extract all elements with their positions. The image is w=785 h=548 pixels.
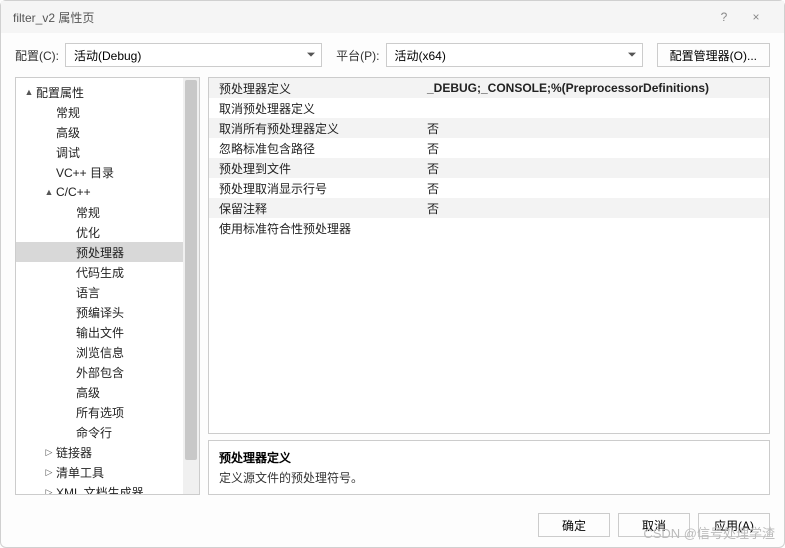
tree-item-label: 清单工具 <box>56 464 104 481</box>
tree-item[interactable]: ▲C/C++ <box>16 182 199 202</box>
property-value[interactable]: 否 <box>419 120 769 137</box>
property-value[interactable]: 否 <box>419 160 769 177</box>
close-button[interactable]: × <box>740 1 772 33</box>
tree-item-label: 外部包含 <box>76 364 124 381</box>
property-name: 预处理器定义 <box>209 80 419 97</box>
property-name: 预处理到文件 <box>209 160 419 177</box>
tree-item[interactable]: ▲配置属性 <box>16 82 199 102</box>
footer: 确定 取消 应用(A) <box>1 503 784 547</box>
property-row[interactable]: 取消所有预处理器定义否 <box>209 118 769 138</box>
property-row[interactable]: 预处理到文件否 <box>209 158 769 178</box>
tree-item[interactable]: 常规 <box>16 102 199 122</box>
description-text: 定义源文件的预处理符号。 <box>219 469 759 486</box>
tree-item-label: 高级 <box>76 384 100 401</box>
tree-item[interactable]: 输出文件 <box>16 322 199 342</box>
window-title: filter_v2 属性页 <box>13 9 708 26</box>
cancel-button[interactable]: 取消 <box>618 513 690 537</box>
tree-item-label: C/C++ <box>56 185 91 199</box>
property-row[interactable]: 预处理取消显示行号否 <box>209 178 769 198</box>
property-grid[interactable]: 预处理器定义_DEBUG;_CONSOLE;%(PreprocessorDefi… <box>208 77 770 434</box>
tree-item[interactable]: ▷XML 文档生成器 <box>16 482 199 495</box>
config-row: 配置(C): 活动(Debug) 平台(P): 活动(x64) 配置管理器(O)… <box>1 33 784 77</box>
tree-item[interactable]: 外部包含 <box>16 362 199 382</box>
tree-item[interactable]: 代码生成 <box>16 262 199 282</box>
tree-item[interactable]: ▷清单工具 <box>16 462 199 482</box>
property-value[interactable]: _DEBUG;_CONSOLE;%(PreprocessorDefinition… <box>419 81 769 95</box>
description-title: 预处理器定义 <box>219 449 759 466</box>
tree-item-label: 输出文件 <box>76 324 124 341</box>
property-row[interactable]: 预处理器定义_DEBUG;_CONSOLE;%(PreprocessorDefi… <box>209 78 769 98</box>
property-row[interactable]: 取消预处理器定义 <box>209 98 769 118</box>
platform-value: 活动(x64) <box>395 47 446 64</box>
tree-item[interactable]: 高级 <box>16 122 199 142</box>
property-value[interactable]: 否 <box>419 200 769 217</box>
property-name: 保留注释 <box>209 200 419 217</box>
tree-item[interactable]: 所有选项 <box>16 402 199 422</box>
tree-item-label: 优化 <box>76 224 100 241</box>
property-name: 取消所有预处理器定义 <box>209 120 419 137</box>
tree-item[interactable]: 高级 <box>16 382 199 402</box>
description-box: 预处理器定义 定义源文件的预处理符号。 <box>208 440 770 495</box>
tree-item-label: 配置属性 <box>36 84 84 101</box>
tree-item-label: XML 文档生成器 <box>56 484 144 496</box>
help-button[interactable]: ? <box>708 1 740 33</box>
config-label: 配置(C): <box>15 47 59 64</box>
property-name: 取消预处理器定义 <box>209 100 419 117</box>
tree-item-label: 预处理器 <box>76 244 124 261</box>
tree-item-label: 常规 <box>56 104 80 121</box>
tree-item[interactable]: 常规 <box>16 202 199 222</box>
tree-item-label: 链接器 <box>56 444 92 461</box>
tree-item[interactable]: 调试 <box>16 142 199 162</box>
property-name: 预处理取消显示行号 <box>209 180 419 197</box>
right-pane: 预处理器定义_DEBUG;_CONSOLE;%(PreprocessorDefi… <box>208 77 770 495</box>
ok-button[interactable]: 确定 <box>538 513 610 537</box>
tree-item-label: 浏览信息 <box>76 344 124 361</box>
platform-select[interactable]: 活动(x64) <box>386 43 643 67</box>
tree-item[interactable]: 预编译头 <box>16 302 199 322</box>
tree-item-label: 语言 <box>76 284 100 301</box>
tree-toggle-icon[interactable]: ▷ <box>42 467 56 478</box>
platform-label: 平台(P): <box>336 47 379 64</box>
titlebar: filter_v2 属性页 ? × <box>1 1 784 33</box>
property-row[interactable]: 忽略标准包含路径否 <box>209 138 769 158</box>
tree-item-label: 常规 <box>76 204 100 221</box>
tree-item[interactable]: 语言 <box>16 282 199 302</box>
property-row[interactable]: 保留注释否 <box>209 198 769 218</box>
tree-toggle-icon[interactable]: ▲ <box>22 87 36 97</box>
tree-item-label: 高级 <box>56 124 80 141</box>
apply-button[interactable]: 应用(A) <box>698 513 770 537</box>
tree-toggle-icon[interactable]: ▲ <box>42 187 56 197</box>
tree-item-label: 所有选项 <box>76 404 124 421</box>
tree-scrollbar[interactable] <box>183 78 199 494</box>
tree-item-label: VC++ 目录 <box>56 164 114 181</box>
config-manager-button[interactable]: 配置管理器(O)... <box>657 43 770 67</box>
tree-item[interactable]: ▷链接器 <box>16 442 199 462</box>
property-name: 使用标准符合性预处理器 <box>209 220 419 237</box>
tree-item[interactable]: 浏览信息 <box>16 342 199 362</box>
tree-item[interactable]: VC++ 目录 <box>16 162 199 182</box>
tree-toggle-icon[interactable]: ▷ <box>42 447 56 458</box>
config-value: 活动(Debug) <box>74 47 141 64</box>
tree-item[interactable]: 命令行 <box>16 422 199 442</box>
tree-item-label: 命令行 <box>76 424 112 441</box>
property-value[interactable]: 否 <box>419 180 769 197</box>
config-select[interactable]: 活动(Debug) <box>65 43 322 67</box>
main-area: ▲配置属性常规高级调试VC++ 目录▲C/C++常规优化预处理器代码生成语言预编… <box>1 77 784 503</box>
property-row[interactable]: 使用标准符合性预处理器 <box>209 218 769 238</box>
tree-item[interactable]: 优化 <box>16 222 199 242</box>
tree-item-label: 调试 <box>56 144 80 161</box>
tree-item-label: 代码生成 <box>76 264 124 281</box>
property-value[interactable]: 否 <box>419 140 769 157</box>
tree-pane[interactable]: ▲配置属性常规高级调试VC++ 目录▲C/C++常规优化预处理器代码生成语言预编… <box>15 77 200 495</box>
tree-item-label: 预编译头 <box>76 304 124 321</box>
tree-toggle-icon[interactable]: ▷ <box>42 487 56 496</box>
property-name: 忽略标准包含路径 <box>209 140 419 157</box>
tree-item[interactable]: 预处理器 <box>16 242 199 262</box>
